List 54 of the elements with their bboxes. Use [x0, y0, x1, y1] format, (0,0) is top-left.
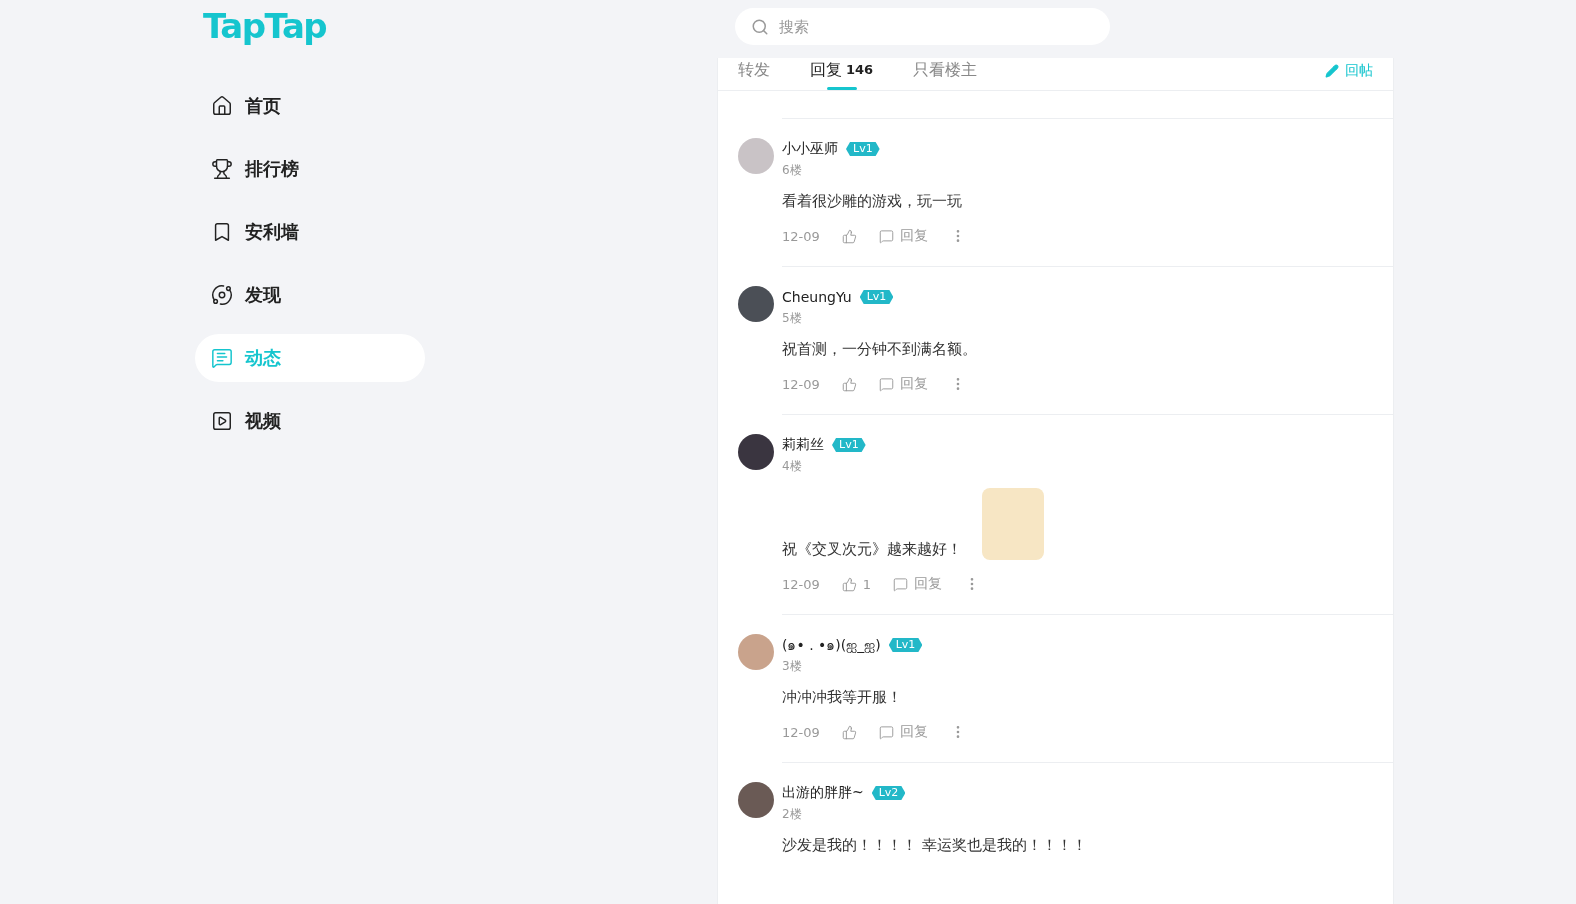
comment-text: 祝《交叉次元》越来越好！ — [782, 539, 962, 560]
nav-item[interactable]: 发现 — [195, 271, 425, 319]
like-button[interactable] — [841, 228, 857, 244]
level-badge: Lv1 — [888, 638, 923, 652]
avatar[interactable] — [738, 434, 774, 470]
comment-text: 沙发是我的！！！！ 幸运奖也是我的！！！！ — [782, 835, 1087, 856]
nav-item[interactable]: 排行榜 — [195, 145, 425, 193]
house-icon — [211, 95, 233, 117]
user-name[interactable]: 小小巫师 — [782, 140, 838, 158]
level-badge: Lv1 — [832, 438, 866, 452]
thumbs-up-icon — [841, 576, 857, 592]
pencil-icon — [1325, 64, 1339, 78]
floor-number: 5楼 — [782, 310, 802, 327]
comment-date: 12-09 — [782, 576, 820, 592]
comment-icon — [878, 376, 894, 392]
level-badge: Lv1 — [846, 142, 880, 156]
comment-date: 12-09 — [782, 376, 820, 392]
floor-number: 2楼 — [782, 806, 802, 823]
avatar[interactable] — [738, 782, 774, 818]
comment-icon — [878, 724, 894, 740]
floor-number: 6楼 — [782, 162, 802, 179]
nav-item[interactable]: 安利墙 — [195, 208, 425, 256]
comment-date: 12-09 — [782, 228, 820, 244]
like-button[interactable] — [841, 724, 857, 740]
comment-text: 祝首测，一分钟不到满名额。 — [782, 339, 977, 360]
tab[interactable]: 只看楼主 — [913, 58, 978, 90]
tab[interactable]: 回复 146 — [810, 58, 874, 90]
level-badge: Lv1 — [859, 290, 894, 304]
user-name[interactable]: 出游的胖胖~ — [782, 784, 864, 802]
level-badge: Lv2 — [871, 786, 906, 800]
user-name[interactable]: 莉莉丝 — [782, 436, 824, 454]
tab[interactable]: 转发 — [738, 58, 770, 90]
nav-item[interactable]: 首页 — [195, 82, 425, 130]
planet-icon — [211, 284, 233, 306]
nav-item[interactable]: 视频 — [195, 397, 425, 445]
chat-bubble-icon — [211, 347, 233, 369]
search-icon — [751, 18, 769, 36]
user-name[interactable]: (๑• . •๑)(ஐ_ஐ) — [782, 634, 881, 656]
avatar[interactable] — [738, 286, 774, 322]
video-icon — [211, 410, 233, 432]
thumbs-up-icon — [841, 228, 857, 244]
comment-icon — [893, 576, 909, 592]
thumbs-up-icon — [841, 724, 857, 740]
like-button[interactable] — [841, 376, 857, 392]
comment-icon — [878, 228, 894, 244]
thumbs-up-icon — [841, 376, 857, 392]
floor-number: 3楼 — [782, 658, 802, 675]
comment-text: 看着很沙雕的游戏，玩一玩 — [782, 191, 962, 212]
comment-date: 12-09 — [782, 724, 820, 740]
comment-text: 冲冲冲我等开服！ — [782, 687, 902, 708]
floor-number: 4楼 — [782, 458, 802, 475]
user-name[interactable]: CheungYu — [782, 289, 852, 305]
search-field[interactable]: 搜索 — [735, 8, 1110, 45]
trophy-icon — [211, 158, 233, 180]
